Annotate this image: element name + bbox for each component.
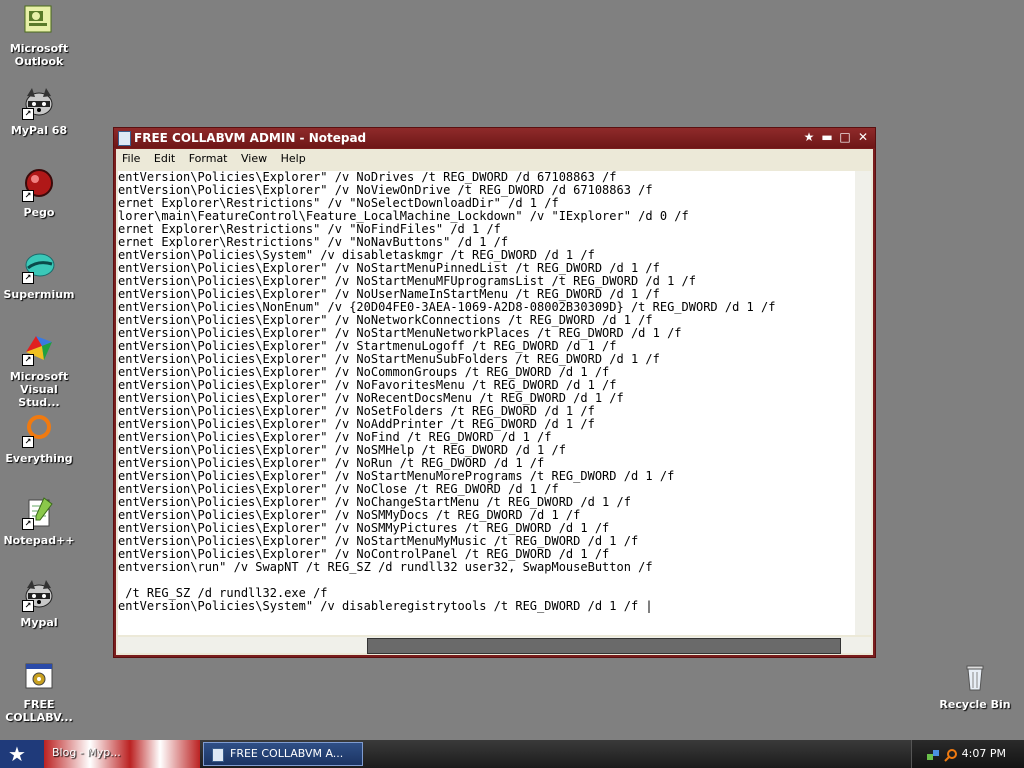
shortcut-arrow-icon: ↗	[22, 600, 34, 612]
raccoon-icon: ↗	[22, 578, 56, 612]
horizontal-scroll-thumb[interactable]	[367, 638, 841, 654]
minimize-button[interactable]: ▬	[819, 130, 835, 145]
desktop-icon-supermium[interactable]: ↗ Supermium	[1, 250, 77, 301]
notepad-icon	[118, 131, 131, 146]
quick-launch-item[interactable]: Blog - Myp...	[52, 746, 121, 759]
menu-edit[interactable]: Edit	[154, 152, 175, 165]
desktop-icon-mypal68[interactable]: ↗ MyPal 68	[1, 86, 77, 137]
recycle-bin-icon	[958, 660, 992, 694]
horizontal-scrollbar[interactable]	[118, 637, 871, 654]
desktop-icon-mypal[interactable]: ↗ Mypal	[1, 578, 77, 629]
notepad-icon	[212, 748, 224, 762]
desktop-icon-label: MyPal 68	[10, 124, 68, 137]
menu-file[interactable]: File	[122, 152, 140, 165]
supermium-icon: ↗	[22, 250, 56, 284]
desktop-icon-label: Mypal	[20, 616, 58, 629]
everything-icon: ↗	[22, 414, 56, 448]
editor-line: entversion\run" /v SwapNT /t REG_SZ /d r…	[118, 560, 653, 574]
network-icon[interactable]	[926, 747, 940, 761]
menu-format[interactable]: Format	[189, 152, 228, 165]
maximize-button[interactable]: □	[837, 130, 853, 145]
clock[interactable]: 4:07 PM	[962, 747, 1006, 760]
desktop-icon-label: FREE COLLABV...	[5, 698, 73, 724]
desktop-icon-label: Notepad++	[3, 534, 75, 547]
shortcut-arrow-icon: ↗	[22, 108, 34, 120]
desktop-icon-label: Everything	[5, 452, 73, 465]
text-editor[interactable]: entVersion\Policies\Explorer" /v NoDrive…	[118, 171, 855, 635]
menu-help[interactable]: Help	[281, 152, 306, 165]
notepad-window: FREE COLLABVM ADMIN - Notepad ★ ▬ □ ✕ Fi…	[113, 127, 876, 658]
desktop-icon-label: Pego	[23, 206, 55, 219]
pego-icon: ↗	[22, 168, 56, 202]
start-button[interactable]: ★ Blog - Myp...	[0, 740, 200, 768]
taskbar-button-notepad[interactable]: FREE COLLABVM A...	[203, 742, 363, 766]
shortcut-arrow-icon: ↗	[22, 518, 34, 530]
desktop-icon-label: Recycle Bin	[939, 698, 1011, 711]
desktop-icon-label: Microsoft Outlook	[9, 42, 69, 68]
window-titlebar[interactable]: FREE COLLABVM ADMIN - Notepad ★ ▬ □ ✕	[114, 128, 875, 148]
desktop-icon-label: Supermium	[3, 288, 75, 301]
raccoon-icon: ↗	[22, 86, 56, 120]
close-button[interactable]: ✕	[855, 130, 871, 145]
menu-bar: File Edit Format View Help	[116, 149, 873, 169]
desktop-icon-everything[interactable]: ↗ Everything	[1, 414, 77, 465]
desktop-icon-outlook[interactable]: Microsoft Outlook	[1, 4, 77, 68]
editor-frame: entVersion\Policies\Explorer" /v NoDrive…	[116, 169, 873, 655]
visual-studio-icon: ↗	[22, 332, 56, 366]
desktop-icon-label: Microsoft Visual Stud...	[9, 370, 69, 409]
shortcut-arrow-icon: ↗	[22, 272, 34, 284]
search-icon[interactable]	[944, 747, 958, 762]
desktop-icon-visual-studio[interactable]: ↗ Microsoft Visual Stud...	[1, 332, 77, 409]
system-tray: 4:07 PM	[911, 740, 1024, 768]
outlook-icon	[22, 4, 56, 38]
desktop-icon-recycle-bin[interactable]: Recycle Bin	[937, 660, 1013, 711]
pin-star-icon[interactable]: ★	[801, 130, 817, 145]
shortcut-arrow-icon: ↗	[22, 354, 34, 366]
shortcut-arrow-icon: ↗	[22, 190, 34, 202]
desktop-icon-notepadpp[interactable]: ↗ Notepad++	[1, 496, 77, 547]
shortcut-arrow-icon: ↗	[22, 436, 34, 448]
menu-view[interactable]: View	[241, 152, 267, 165]
start-star-icon: ★	[8, 742, 26, 766]
desktop-icon-free-collabvm[interactable]: FREE COLLABV...	[1, 660, 77, 724]
vertical-scrollbar[interactable]	[855, 171, 871, 635]
batch-file-icon	[22, 660, 56, 694]
taskbar: ★ Blog - Myp... FREE COLLABVM A... 4:07 …	[0, 740, 1024, 768]
window-title: FREE COLLABVM ADMIN - Notepad	[134, 131, 367, 145]
taskbar-button-label: FREE COLLABVM A...	[230, 747, 344, 760]
desktop-icon-pego[interactable]: ↗ Pego	[1, 168, 77, 219]
notepadpp-icon: ↗	[22, 496, 56, 530]
editor-line: entVersion\Policies\System" /v disablere…	[118, 599, 653, 613]
